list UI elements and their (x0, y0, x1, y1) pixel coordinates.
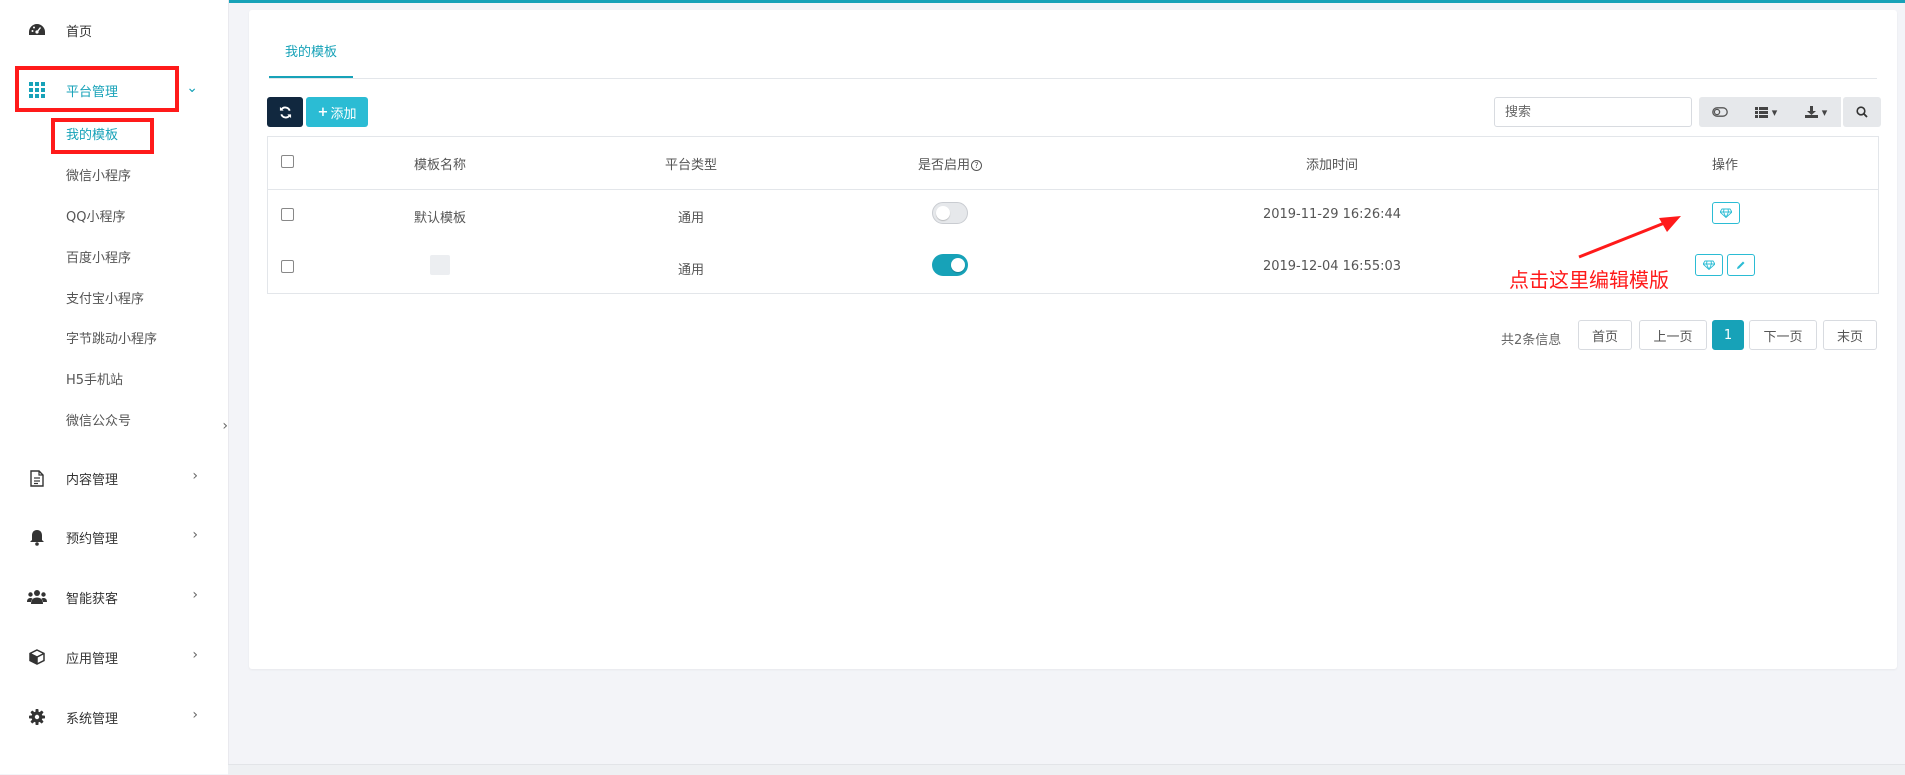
search-button[interactable] (1843, 97, 1881, 127)
list-icon (1754, 106, 1768, 118)
pencil-icon (1737, 261, 1745, 269)
design-template-button[interactable] (1695, 254, 1723, 276)
nav-customers-label: 智能获客 (66, 591, 119, 607)
cell-time: 2019-11-29 16:26:44 (1262, 207, 1402, 222)
toggle-knob (951, 258, 965, 272)
annotation-box-platform (15, 66, 179, 112)
users-icon (27, 587, 47, 607)
sidebar-item-wechat-miniapp[interactable]: 微信小程序 (66, 165, 131, 189)
gear-icon (27, 707, 47, 727)
chevron-right-icon: › (192, 707, 198, 723)
nav-customers[interactable]: 智能获客 › (0, 577, 228, 617)
nav-home-label: 首页 (66, 24, 93, 40)
chevron-right-icon: › (192, 468, 198, 484)
annotation-arrow (1578, 216, 1681, 259)
nav-system-label: 系统管理 (66, 711, 119, 727)
diamond-icon (1703, 260, 1715, 270)
pagination-total: 共2条信息 (1501, 333, 1562, 348)
nav-booking[interactable]: 预约管理 › (0, 517, 228, 557)
tab-my-templates[interactable]: 我的模板 (269, 36, 354, 78)
bell-icon (27, 527, 47, 547)
chevron-right-icon: › (192, 647, 198, 663)
header-time[interactable]: 添加时间 (1306, 154, 1358, 173)
sidebar: 首页 平台管理 ⌄ 我的模板 微信小程序 QQ小程序 百度小程序 支付宝小程序 … (0, 0, 229, 774)
cell-platform: 通用 (677, 211, 705, 226)
document-icon (27, 468, 47, 488)
edit-button[interactable] (1727, 254, 1755, 276)
sidebar-item-wechat-official-label: 微信公众号 (66, 414, 132, 429)
design-template-button[interactable] (1712, 202, 1740, 224)
header-platform[interactable]: 平台类型 (665, 154, 717, 173)
row-checkbox[interactable] (281, 208, 294, 221)
chevron-right-icon: › (222, 418, 228, 434)
nav-content[interactable]: 内容管理 › (0, 458, 228, 498)
nav-apps-label: 应用管理 (66, 651, 119, 667)
add-button[interactable]: + 添加 (306, 97, 368, 127)
enable-toggle[interactable] (932, 254, 968, 276)
nav-system[interactable]: 系统管理 › (0, 697, 228, 737)
header-enabled[interactable]: 是否启用? (917, 154, 983, 173)
toggle-icon (1712, 107, 1728, 117)
sidebar-item-wechat-official[interactable]: 微信公众号 › (66, 410, 228, 434)
nav-content-label: 内容管理 (66, 472, 119, 488)
refresh-button[interactable] (267, 97, 303, 127)
add-button-label: 添加 (330, 106, 357, 122)
sidebar-item-qq-miniapp[interactable]: QQ小程序 (66, 206, 125, 230)
cell-time: 2019-12-04 16:55:03 (1262, 259, 1402, 274)
caret-down-icon: ▾ (1821, 105, 1828, 119)
page-prev-button[interactable]: 上一页 (1639, 320, 1707, 350)
caret-down-icon: ▾ (1771, 105, 1778, 119)
nav-home[interactable]: 首页 (0, 10, 228, 50)
header-actions: 操作 (1711, 158, 1739, 173)
diamond-icon (1720, 208, 1732, 218)
toggle-knob (936, 206, 950, 220)
sidebar-item-alipay-miniapp[interactable]: 支付宝小程序 (66, 288, 144, 312)
sidebar-item-bytedance-miniapp[interactable]: 字节跳动小程序 (66, 328, 157, 352)
tab-bar: 我的模板 (269, 36, 1877, 79)
table-header: 模板名称 平台类型 是否启用? 添加时间 操作 (268, 137, 1878, 190)
header-enabled-label: 是否启用 (917, 158, 971, 173)
sidebar-item-baidu-miniapp[interactable]: 百度小程序 (66, 247, 131, 271)
cell-name: 默认模板 (413, 211, 467, 226)
chevron-right-icon: › (192, 587, 198, 603)
nav-apps[interactable]: 应用管理 › (0, 637, 228, 677)
export-button[interactable]: ▾ (1791, 97, 1841, 127)
nav-booking-label: 预约管理 (66, 531, 119, 547)
main-card: 我的模板 + 添加 ▾ ▾ 模板名称 平台类型 是否启用? 添加时间 操作 (249, 10, 1897, 669)
page-last-button[interactable]: 末页 (1823, 320, 1877, 350)
help-icon: ? (971, 160, 983, 171)
columns-button[interactable]: ▾ (1741, 97, 1791, 127)
row-checkbox[interactable] (281, 260, 294, 273)
plus-icon: + (317, 104, 329, 120)
cell-platform: 通用 (677, 263, 705, 278)
page-next-button[interactable]: 下一页 (1749, 320, 1817, 350)
search-input[interactable] (1494, 97, 1692, 127)
refresh-icon (279, 106, 291, 118)
enable-toggle[interactable] (932, 202, 968, 224)
annotation-box-my-templates (51, 118, 154, 154)
cube-icon (27, 647, 47, 667)
footer-bar (228, 764, 1905, 775)
chevron-right-icon: › (192, 527, 198, 543)
dashboard-icon (27, 20, 47, 40)
select-all-checkbox[interactable] (281, 155, 294, 168)
sidebar-item-h5-site[interactable]: H5手机站 (66, 369, 123, 393)
page-number-current[interactable]: 1 (1712, 320, 1744, 350)
search-icon (1856, 106, 1868, 118)
blurred-name (430, 255, 450, 275)
header-name[interactable]: 模板名称 (414, 154, 466, 173)
chevron-down-icon: ⌄ (186, 80, 198, 96)
annotation-text: 点击这里编辑模版 (1509, 268, 1669, 292)
download-icon (1804, 106, 1818, 118)
page-first-button[interactable]: 首页 (1578, 320, 1632, 350)
toggle-view-button[interactable] (1699, 97, 1741, 127)
top-accent-line (0, 0, 1905, 3)
